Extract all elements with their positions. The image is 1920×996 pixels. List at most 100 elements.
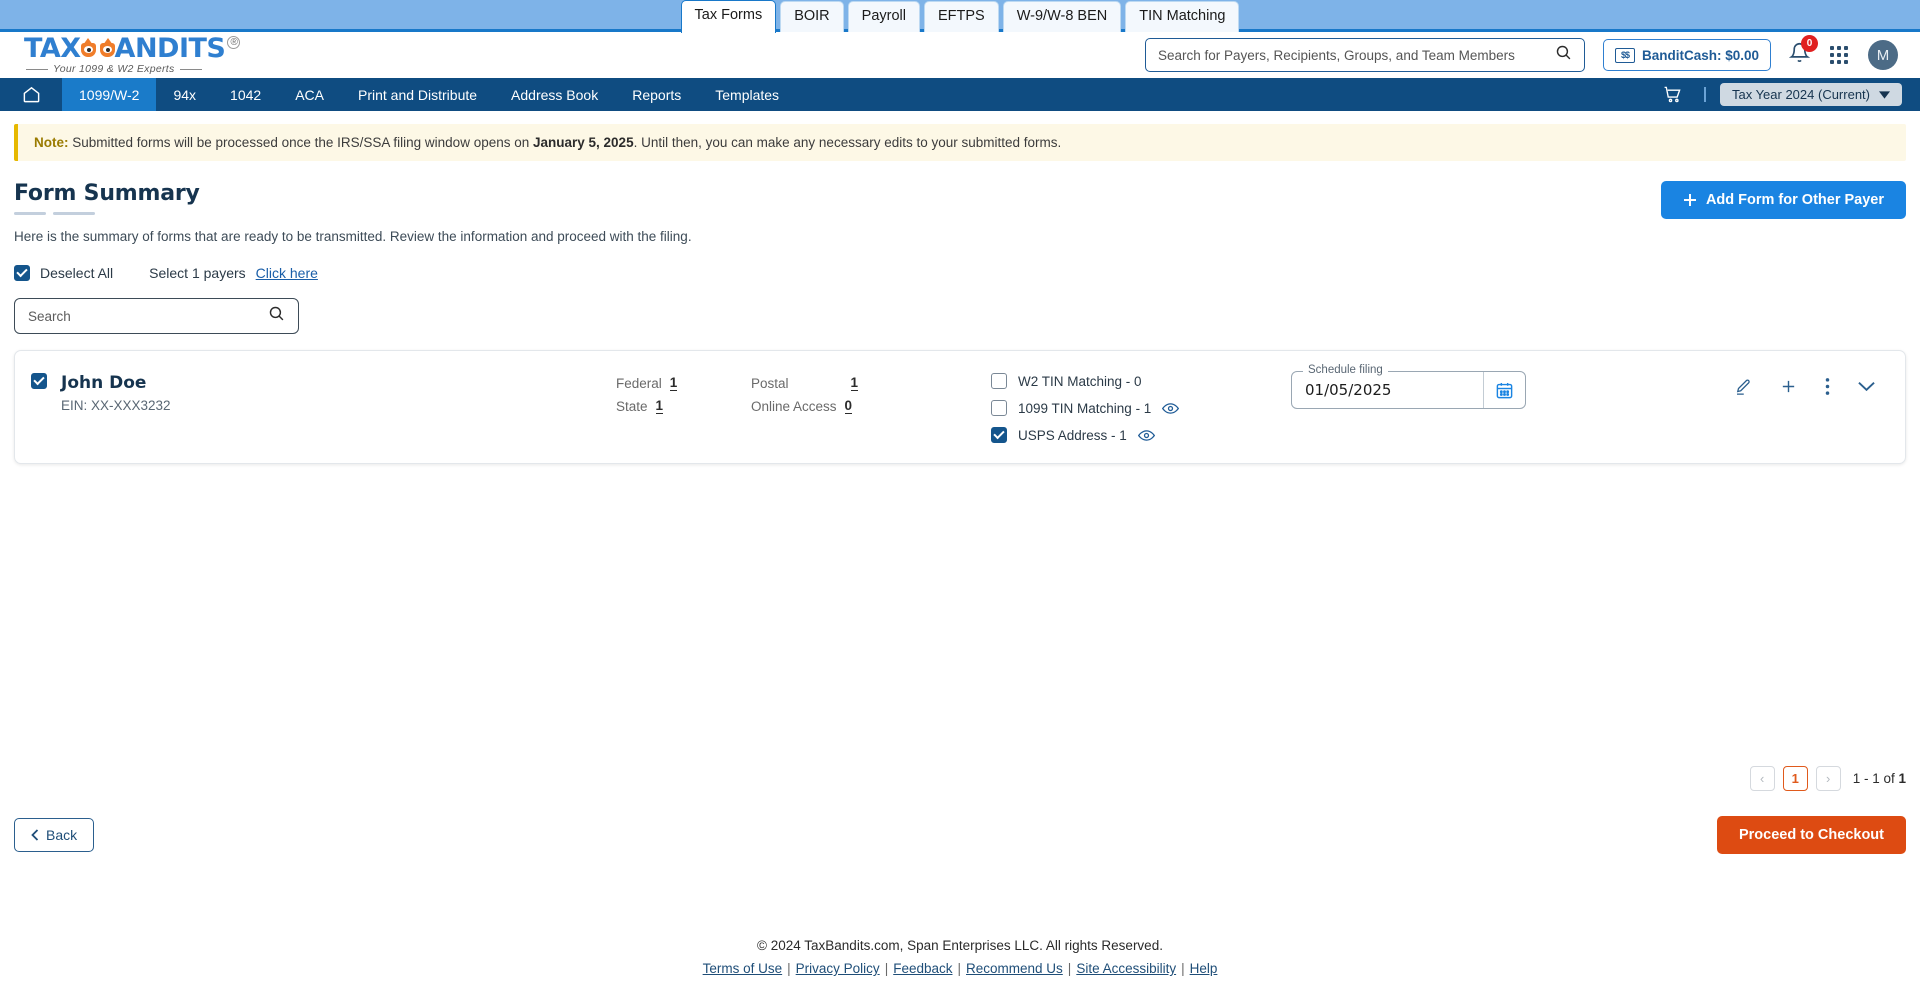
count-value[interactable]: 1	[655, 399, 664, 415]
count-value[interactable]: 1	[669, 375, 678, 392]
app-header: TAX ANDITS ® Your 1099 & W2 Experts $$ B…	[0, 32, 1920, 78]
calendar-icon[interactable]	[1483, 372, 1525, 408]
title-underline-decoration	[14, 212, 200, 215]
footer-link-site-accessibility[interactable]: Site Accessibility	[1076, 961, 1176, 976]
tab-label: W-9/W-8 BEN	[1016, 8, 1108, 25]
tab-label: Tax Forms	[694, 7, 763, 24]
main-nav: 1099/W-2 94x 1042 ACA Print and Distribu…	[0, 78, 1920, 111]
chevron-down-icon[interactable]	[1858, 381, 1875, 392]
edit-icon[interactable]	[1734, 378, 1752, 396]
taxbandits-logo[interactable]: TAX ANDITS ® Your 1099 & W2 Experts	[24, 33, 241, 75]
eye-icon[interactable]	[1137, 429, 1155, 442]
pagination-total: 1	[1898, 771, 1906, 786]
tab-label: BOIR	[794, 8, 830, 25]
tab-tin-matching[interactable]: TIN Matching	[1125, 1, 1240, 32]
click-here-link[interactable]: Click here	[256, 265, 318, 281]
tax-year-selector[interactable]: Tax Year 2024 (Current)	[1719, 83, 1902, 106]
count-value[interactable]: 0	[844, 399, 853, 415]
option-w2-tin-matching: W2 TIN Matching - 0	[991, 373, 1291, 389]
apps-grid-icon[interactable]	[1830, 46, 1848, 64]
footer-action-bar: Back Proceed to Checkout	[14, 816, 1906, 854]
tab-boir[interactable]: BOIR	[780, 1, 844, 32]
add-form-for-other-payer-button[interactable]: Add Form for Other Payer	[1660, 181, 1906, 219]
deselect-all-checkbox[interactable]	[14, 265, 30, 281]
tab-w9-w8ben[interactable]: W-9/W-8 BEN	[1002, 1, 1122, 32]
chevron-left-icon	[31, 829, 39, 841]
tab-tax-forms[interactable]: Tax Forms	[680, 0, 777, 33]
logo-text-andits: ANDITS	[114, 33, 226, 64]
nav-item-aca[interactable]: ACA	[278, 78, 341, 111]
back-button[interactable]: Back	[14, 818, 95, 852]
count-federal: Federal 1	[616, 375, 751, 392]
global-search[interactable]	[1144, 38, 1585, 72]
form-counts-left: Federal 1 State 1	[616, 371, 751, 422]
payer-name: John Doe	[61, 373, 147, 393]
chevron-down-icon	[1879, 90, 1890, 99]
schedule-filing-field[interactable]: Schedule filing 01/05/2025	[1291, 364, 1526, 409]
plus-icon[interactable]	[1780, 378, 1797, 395]
payer-search[interactable]	[14, 298, 299, 334]
select-payers-text: Select 1 payers	[149, 265, 246, 281]
tab-payroll[interactable]: Payroll	[847, 1, 920, 32]
pagination-next-button[interactable]: ›	[1815, 766, 1841, 791]
nav-divider	[1703, 87, 1706, 102]
count-label: State	[616, 399, 648, 415]
row-select-checkbox[interactable]	[31, 373, 47, 389]
product-tab-strip: Tax Forms BOIR Payroll EFTPS W-9/W-8 BEN…	[0, 0, 1920, 33]
nav-item-1042[interactable]: 1042	[213, 78, 278, 111]
eye-icon[interactable]	[1162, 402, 1180, 415]
nav-home-button[interactable]	[0, 78, 62, 111]
nav-item-address-book[interactable]: Address Book	[494, 78, 615, 111]
proceed-to-checkout-button[interactable]: Proceed to Checkout	[1716, 816, 1906, 854]
nav-item-94x[interactable]: 94x	[156, 78, 213, 111]
banditcash-button[interactable]: $$ BanditCash: $0.00	[1602, 39, 1771, 71]
logo-text-tax: TAX	[24, 33, 81, 64]
tin-matching-1099-checkbox[interactable]	[991, 400, 1007, 416]
page-title-row: Form Summary Add Form for Other Payer	[14, 181, 1906, 219]
footer-link-recommend-us[interactable]: Recommend Us	[966, 961, 1063, 976]
count-state: State 1	[616, 399, 751, 415]
footer-link-terms-of-use[interactable]: Terms of Use	[703, 961, 783, 976]
footer-link-feedback[interactable]: Feedback	[893, 961, 952, 976]
search-icon[interactable]	[1555, 44, 1572, 66]
plus-icon	[1683, 194, 1696, 206]
count-online-access: Online Access 0	[751, 399, 991, 415]
usps-address-checkbox[interactable]	[991, 427, 1007, 443]
copyright-text: © 2024 TaxBandits.com, Span Enterprises …	[757, 938, 1163, 953]
shopping-cart-icon	[1664, 86, 1681, 103]
w2-tin-matching-checkbox[interactable]	[991, 373, 1007, 389]
banditcash-label: BanditCash: $0.00	[1641, 47, 1759, 63]
notifications-button[interactable]: 0	[1788, 35, 1818, 68]
table-row: John Doe EIN: XX-XXX3232 Federal 1 State…	[14, 350, 1906, 464]
search-icon[interactable]	[268, 305, 285, 327]
global-search-input[interactable]	[1157, 47, 1555, 63]
nav-item-1099-w2[interactable]: 1099/W-2	[62, 78, 157, 111]
bandit-mask-icon	[80, 38, 115, 57]
nav-label: 94x	[173, 86, 197, 103]
option-1099-tin-matching: 1099 TIN Matching - 1	[991, 400, 1291, 416]
payer-cell: John Doe EIN: XX-XXX3232	[31, 371, 616, 413]
footer-link-help[interactable]: Help	[1190, 961, 1218, 976]
cart-button[interactable]	[1649, 85, 1696, 104]
schedule-filing-date[interactable]: 01/05/2025	[1292, 381, 1483, 399]
page-subtitle: Here is the summary of forms that are re…	[14, 229, 692, 244]
logo-tagline: Your 1099 & W2 Experts	[24, 63, 240, 75]
count-label: Online Access	[751, 399, 837, 415]
tab-eftps[interactable]: EFTPS	[923, 1, 999, 32]
nav-item-print-and-distribute[interactable]: Print and Distribute	[341, 78, 494, 111]
nav-label: Address Book	[511, 86, 599, 103]
nav-label: 1042	[230, 86, 262, 103]
payer-search-input[interactable]	[28, 308, 268, 324]
nav-item-templates[interactable]: Templates	[698, 78, 796, 111]
pagination-prev-button[interactable]: ‹	[1749, 766, 1775, 791]
back-label: Back	[46, 827, 78, 843]
avatar[interactable]: M	[1868, 40, 1898, 70]
more-vertical-icon[interactable]	[1825, 377, 1830, 396]
count-value[interactable]: 1	[850, 375, 859, 392]
nav-item-reports[interactable]: Reports	[615, 78, 698, 111]
nav-label: ACA	[295, 86, 324, 103]
option-label: 1099 TIN Matching - 1	[1018, 400, 1152, 416]
form-counts-right: Postal 1 Online Access 0	[751, 371, 991, 422]
footer-link-privacy-policy[interactable]: Privacy Policy	[796, 961, 880, 976]
pagination-page-1[interactable]: 1	[1782, 766, 1808, 791]
